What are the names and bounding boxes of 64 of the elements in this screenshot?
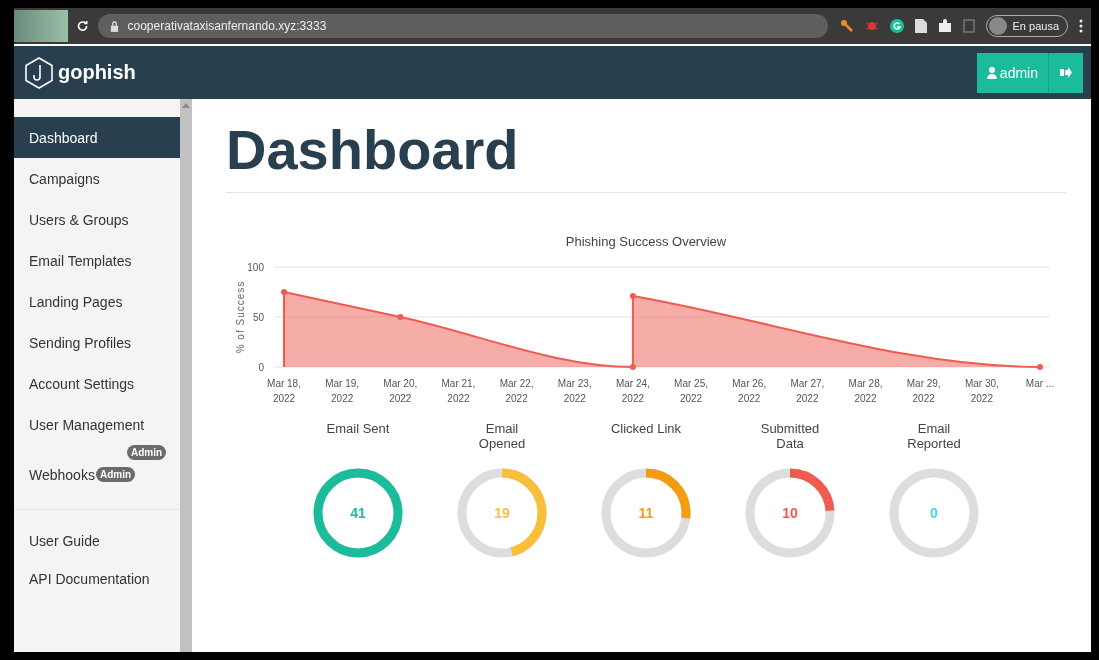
stat-label: Email Sent	[325, 421, 391, 438]
x-tick-label: Mar 25, 2022	[674, 378, 709, 404]
stat-label: Email Reported	[906, 421, 962, 453]
point	[1037, 364, 1043, 370]
brand-name[interactable]: gophish	[58, 61, 136, 84]
menu-icon[interactable]	[1079, 19, 1083, 33]
user-icon	[986, 66, 997, 79]
x-tick-label: Mar 27, 2022	[790, 378, 825, 404]
x-tick-label: Mar 28, 2022	[848, 378, 883, 404]
sidebar-item[interactable]: User Management	[14, 404, 180, 445]
stat-value: 0	[930, 505, 938, 521]
key-icon[interactable]	[839, 19, 854, 33]
point	[629, 364, 636, 370]
x-tick-label: Mar 21, 2022	[441, 378, 476, 404]
x-tick-label: Mar 26, 2022	[732, 378, 767, 404]
stat-value: 41	[350, 505, 366, 521]
logout-icon	[1060, 67, 1072, 78]
x-tick-label: Mar 20, 2022	[383, 378, 418, 404]
stat-value: 11	[638, 505, 654, 521]
stat-value: 10	[782, 505, 798, 521]
stat-label: Submitted Data	[759, 421, 821, 453]
sidebar-item[interactable]: Email Templates	[14, 240, 180, 281]
sidebar-item[interactable]: Account Settings	[14, 363, 180, 404]
sidebar-item[interactable]: Users & Groups	[14, 199, 180, 240]
address-bar[interactable]: cooperativataxisanfernando.xyz:3333	[97, 14, 828, 38]
admin-badge: Admin	[127, 445, 167, 460]
chart-title: Phishing Success Overview	[565, 234, 727, 249]
x-tick-label: Mar ...	[1025, 378, 1055, 389]
document-icon[interactable]	[914, 19, 927, 33]
sidebar-item[interactable]: Sending Profiles	[14, 322, 180, 363]
point	[629, 293, 636, 299]
x-tick-label: Mar 19, 2022	[325, 378, 360, 404]
point	[281, 289, 287, 295]
scrollbar[interactable]	[180, 99, 192, 652]
bug-icon[interactable]	[864, 19, 879, 33]
page-title: Dashboard	[226, 117, 1066, 193]
x-tick-label: Mar 18, 2022	[267, 378, 301, 404]
y-tick-label: 100	[247, 262, 264, 273]
sidebar-item[interactable]: Dashboard	[14, 117, 180, 158]
x-tick-label: Mar 24, 2022	[615, 378, 650, 404]
avatar-icon	[988, 17, 1007, 35]
stat-label: Clicked Link	[609, 421, 683, 438]
y-tick-label: 50	[252, 312, 264, 323]
y-axis-label: % of Success	[235, 280, 246, 354]
stat-label: Email Opened	[477, 421, 527, 453]
sidebar-item[interactable]: Landing Pages	[14, 281, 180, 322]
logout-button[interactable]	[1049, 52, 1083, 93]
x-tick-label: Mar 30, 2022	[964, 378, 999, 404]
lock-icon	[109, 20, 119, 32]
tab-thumbnail-placeholder	[14, 10, 69, 42]
sidebar-link[interactable]: User Guide	[14, 522, 180, 560]
hook-logo-icon	[24, 56, 54, 89]
puzzle-icon[interactable]	[937, 19, 952, 33]
y-tick-label: 0	[258, 362, 264, 373]
g-circle-icon[interactable]	[889, 19, 904, 33]
point	[397, 314, 404, 320]
x-tick-label: Mar 23, 2022	[557, 378, 592, 404]
x-tick-label: Mar 22, 2022	[499, 378, 534, 404]
sidebar-link[interactable]: API Documentation	[14, 560, 180, 598]
sidebar-item[interactable]: Campaigns	[14, 158, 180, 199]
reload-icon[interactable]	[76, 19, 90, 33]
admin-badge: Admin	[95, 467, 135, 482]
x-tick-label: Mar 29, 2022	[906, 378, 941, 404]
stat-value: 19	[494, 505, 510, 521]
